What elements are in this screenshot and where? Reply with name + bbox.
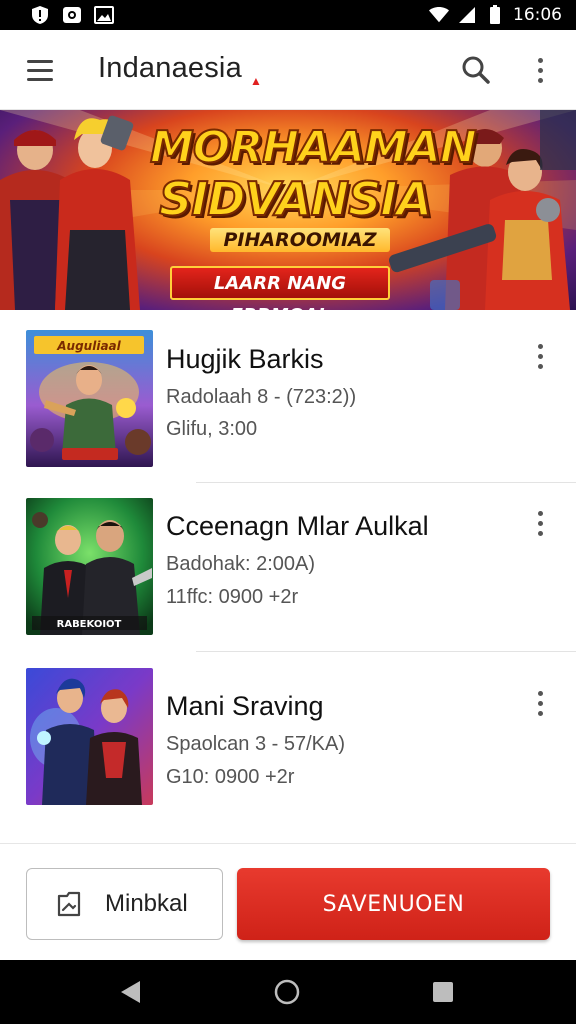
- banner-title-line2: SIDVANSIA: [158, 171, 433, 227]
- list-item[interactable]: Auguliaal Hugjik Barkis Radolaah 8 - (72…: [0, 310, 576, 480]
- item-thumbnail: RABEKOIOT: [26, 498, 153, 635]
- home-icon[interactable]: [274, 979, 300, 1005]
- thumb-caption: Auguliaal: [56, 339, 121, 353]
- banner-subtitle: PIHAROOMIAZ: [210, 228, 390, 252]
- more-vertical-icon[interactable]: [528, 507, 552, 539]
- secondary-button[interactable]: Minbkal: [26, 868, 223, 940]
- item-title: Cceenagn Mlar Aulkal: [166, 511, 429, 541]
- item-subtitle: Badohak: 2:00A): [166, 553, 315, 575]
- promo-banner[interactable]: MORHAAMAN SIDVANSIA PIHAROOMIAZ LAARR NA…: [0, 110, 576, 310]
- item-subtitle: Radolaah 8 - (723:2)): [166, 386, 357, 408]
- divider: [196, 651, 576, 652]
- title-mark-icon: ▲: [250, 74, 262, 88]
- banner-title-line1: MORHAAMAN: [149, 121, 478, 174]
- item-meta: G10: 0900 +2r: [166, 766, 295, 788]
- app-bar: Indanaesia ▲: [0, 30, 576, 110]
- item-meta: 11ffc: 0900 +2r: [166, 586, 299, 608]
- app-title: Indanaesia: [98, 52, 242, 84]
- item-thumbnail: Auguliaal: [26, 330, 153, 467]
- battery-icon: [485, 5, 505, 25]
- shield-alert-icon: [30, 5, 50, 25]
- search-icon[interactable]: [456, 50, 496, 90]
- more-vertical-icon[interactable]: [528, 340, 552, 372]
- more-vertical-icon[interactable]: [524, 50, 556, 90]
- recent-apps-icon[interactable]: [432, 981, 454, 1003]
- list-item[interactable]: RABEKOIOT Cceenagn Mlar Aulkal Badohak: …: [0, 483, 576, 653]
- bottom-action-bar: Minbkal SAVENUOEN: [0, 843, 576, 960]
- primary-button[interactable]: SAVENUOEN: [237, 868, 550, 940]
- more-vertical-icon[interactable]: [528, 687, 552, 719]
- wifi-icon: [429, 5, 449, 25]
- system-nav-bar: [0, 960, 576, 1024]
- menu-icon[interactable]: [22, 52, 58, 88]
- status-bar: 16:06: [0, 0, 576, 30]
- list-item[interactable]: Mani Sraving Spaolcan 3 - 57/KA) G10: 09…: [0, 653, 576, 823]
- item-thumbnail: [26, 668, 153, 805]
- thumb-caption: RABEKOIOT: [57, 619, 122, 630]
- back-icon[interactable]: [118, 979, 144, 1005]
- item-title: Mani Sraving: [166, 691, 324, 721]
- status-time: 16:06: [513, 5, 562, 25]
- secondary-button-label: Minbkal: [105, 890, 188, 917]
- item-meta: Glifu, 3:00: [166, 418, 258, 440]
- item-subtitle: Spaolcan 3 - 57/KA): [166, 733, 345, 755]
- item-title: Hugjik Barkis: [166, 344, 324, 374]
- signal-icon: [457, 5, 477, 25]
- gallery-icon: [53, 888, 85, 920]
- image-icon: [94, 5, 114, 25]
- banner-cta-button[interactable]: LAARR NANG ERRMOAL: [170, 266, 390, 310]
- camera-icon: [62, 5, 82, 25]
